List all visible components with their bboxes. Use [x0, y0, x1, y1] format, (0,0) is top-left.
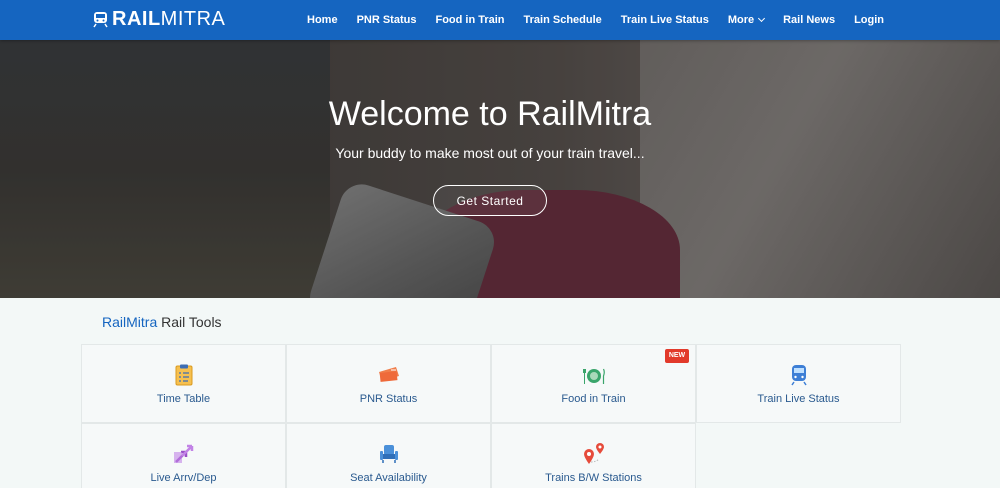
top-navbar: RAILMITRA Home PNR Status Food in Train …: [0, 0, 1000, 40]
seat-icon: [379, 445, 398, 463]
nav-more-label: More: [727, 14, 755, 26]
tool-label: Seat Availability: [350, 472, 427, 484]
tools-section-title: RailMitra Rail Tools: [102, 314, 222, 330]
tool-label: Train Live Status: [757, 393, 840, 405]
tool-time-table[interactable]: Time Table: [81, 344, 286, 423]
tool-live-arrv-dep[interactable]: Live Arrv/Dep: [81, 423, 286, 488]
nav-train-schedule[interactable]: Train Schedule: [524, 14, 602, 26]
tool-label: Trains B/W Stations: [545, 472, 642, 484]
tool-seat-availability[interactable]: Seat Availability: [286, 423, 491, 488]
nav-more[interactable]: More: [727, 14, 766, 26]
get-started-button[interactable]: Get Started: [433, 185, 547, 216]
hero-banner: Welcome to RailMitra Your buddy to make …: [0, 40, 1000, 298]
nav-train-live-status[interactable]: Train Live Status: [621, 14, 709, 26]
tool-label: Time Table: [156, 393, 211, 405]
nav-pnr-status[interactable]: PNR Status: [357, 14, 417, 26]
chevron-down-icon: [758, 14, 766, 23]
nav-login[interactable]: Login: [854, 14, 884, 26]
nav-food-in-train[interactable]: Food in Train: [435, 14, 504, 26]
tool-label: Live Arrv/Dep: [150, 472, 217, 484]
railmitra-logo[interactable]: RAILMITRA: [93, 7, 225, 31]
plate-icon: [582, 368, 605, 384]
tool-label: Food in Train: [561, 393, 626, 405]
tool-train-live-status[interactable]: Train Live Status: [696, 344, 901, 423]
arrows-icon: [173, 444, 193, 463]
hero-subtitle: Your buddy to make most out of your trai…: [335, 145, 645, 161]
tool-trains-bw-stations[interactable]: Trains B/W Stations: [491, 423, 696, 488]
tool-pnr-status[interactable]: PNR Status: [286, 344, 491, 423]
train-icon: [790, 365, 807, 386]
hero-overlay: [0, 40, 1000, 298]
clipboard-icon: [175, 364, 192, 386]
hero-title: Welcome to RailMitra: [328, 95, 652, 133]
nav-home[interactable]: Home: [307, 14, 338, 26]
map-pin-icon: [583, 443, 604, 464]
logo-text: RAILMITRA: [112, 8, 226, 30]
tool-food-in-train[interactable]: NEW Food in Train: [491, 344, 696, 423]
train-logo-icon: [93, 11, 108, 27]
ticket-icon: [378, 367, 399, 382]
nav-links: Home PNR Status Food in Train Train Sche…: [307, 0, 884, 40]
new-badge: NEW: [665, 349, 689, 363]
nav-rail-news[interactable]: Rail News: [783, 14, 835, 26]
tool-label: PNR Status: [359, 393, 418, 405]
